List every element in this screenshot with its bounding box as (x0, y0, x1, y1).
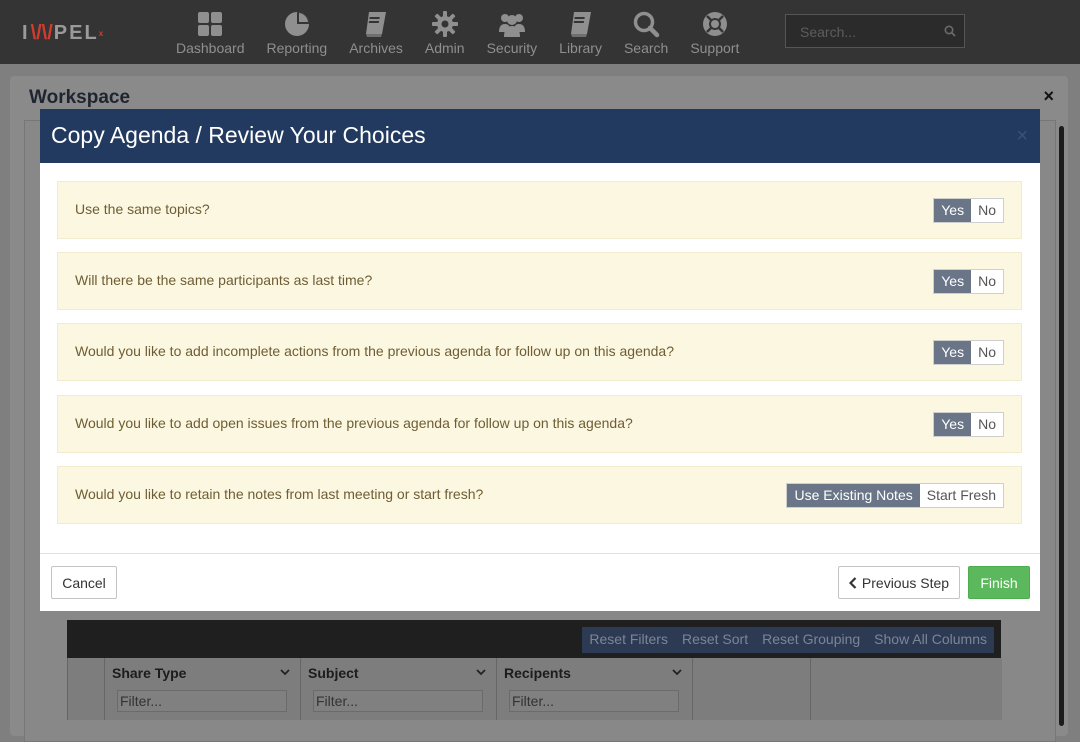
reset-filters-button[interactable]: Reset Filters (582, 627, 675, 653)
share-type-filter[interactable] (117, 690, 287, 712)
grid-icon (198, 12, 223, 36)
no-option[interactable]: No (971, 270, 1003, 293)
column-title: Subject (308, 665, 359, 681)
nav-support[interactable]: Support (679, 0, 750, 64)
yes-no-toggle: Yes No (933, 198, 1004, 223)
logo-text: I (22, 21, 30, 44)
column-title: Share Type (112, 665, 187, 681)
main-nav: Dashboard Reporting Archives Admin Secur… (165, 0, 750, 64)
no-option[interactable]: No (971, 413, 1003, 436)
no-option[interactable]: No (971, 199, 1003, 222)
nav-archives[interactable]: Archives (338, 0, 414, 64)
nav-label: Search (623, 40, 669, 56)
chevron-down-icon[interactable] (280, 668, 290, 676)
library-book-icon (570, 12, 591, 37)
recipents-filter[interactable] (509, 690, 679, 712)
grid-header: Share Type Subject Recipents (67, 658, 1002, 720)
modal-header: Copy Agenda / Review Your Choices × (40, 109, 1040, 163)
question-same-participants: Will there be the same participants as l… (57, 252, 1022, 310)
global-search (785, 14, 965, 48)
chevron-left-icon (848, 576, 857, 589)
question-retain-notes: Would you like to retain the notes from … (57, 466, 1022, 524)
search-icon[interactable] (944, 25, 956, 37)
grid-toolbar-buttons: Reset Filters Reset Sort Reset Grouping … (582, 627, 994, 653)
reset-sort-button[interactable]: Reset Sort (675, 627, 755, 653)
nav-library[interactable]: Library (548, 0, 613, 64)
workspace-title: Workspace (29, 87, 131, 108)
nav-dashboard[interactable]: Dashboard (165, 0, 256, 64)
finish-button-label: Finish (980, 574, 1018, 591)
question-incomplete-actions: Would you like to add incomplete actions… (57, 323, 1022, 381)
previous-step-label: Previous Step (861, 574, 950, 591)
logo-sup: x (98, 28, 104, 38)
grid-col-subject[interactable]: Subject (301, 658, 497, 720)
question-text: Use the same topics? (75, 201, 210, 217)
grid-col-share-type[interactable]: Share Type (105, 658, 301, 720)
grid-toolbar: Reset Filters Reset Sort Reset Grouping … (67, 620, 1001, 658)
nav-security[interactable]: Security (476, 0, 549, 64)
nav-label: Dashboard (176, 40, 245, 56)
previous-step-button[interactable]: Previous Step (838, 566, 960, 599)
yes-no-toggle: Yes No (933, 340, 1004, 365)
question-text: Will there be the same participants as l… (75, 272, 373, 288)
workspace-close-button[interactable]: × (1043, 86, 1054, 107)
subject-filter[interactable] (313, 690, 483, 712)
nav-search[interactable]: Search (613, 0, 679, 64)
scrollbar[interactable] (1059, 126, 1064, 726)
reset-grouping-button[interactable]: Reset Grouping (755, 627, 867, 653)
modal-close-button[interactable]: × (1016, 126, 1028, 146)
brand-logo[interactable]: I \/\/ PEL x (22, 20, 103, 46)
show-all-columns-button[interactable]: Show All Columns (867, 627, 994, 653)
pie-chart-icon (284, 12, 309, 36)
start-fresh-option[interactable]: Start Fresh (919, 484, 1003, 507)
yes-no-toggle: Yes No (933, 269, 1004, 294)
grid-col-recipents[interactable]: Recipents (497, 658, 693, 720)
cancel-button-label: Cancel (62, 574, 106, 591)
nav-admin[interactable]: Admin (414, 0, 476, 64)
search-input[interactable] (798, 23, 942, 41)
chevron-down-icon[interactable] (476, 668, 486, 676)
column-title: Recipents (504, 665, 571, 681)
yes-no-toggle: Yes No (933, 412, 1004, 437)
copy-agenda-modal: Copy Agenda / Review Your Choices × Use … (40, 109, 1040, 611)
users-icon (498, 14, 525, 37)
yes-option[interactable]: Yes (934, 270, 972, 293)
modal-footer: Cancel Previous Step Finish (40, 553, 1040, 612)
nav-reporting[interactable]: Reporting (256, 0, 339, 64)
logo-mark: \/\/ (30, 21, 53, 44)
nav-label: Archives (349, 40, 403, 56)
nav-label: Admin (424, 40, 465, 56)
finish-button[interactable]: Finish (968, 566, 1030, 599)
yes-option[interactable]: Yes (934, 341, 972, 364)
grid-col-empty (693, 658, 811, 720)
nav-label: Support (690, 40, 740, 56)
use-existing-notes-option[interactable]: Use Existing Notes (787, 484, 920, 507)
logo-text-end: PEL (53, 21, 99, 44)
nav-label: Security (486, 40, 538, 56)
nav-label: Library (559, 40, 602, 56)
question-text: Would you like to add incomplete actions… (75, 343, 674, 359)
cancel-button[interactable]: Cancel (51, 566, 117, 599)
question-text: Would you like to retain the notes from … (75, 486, 484, 502)
gear-icon (431, 11, 458, 37)
question-open-issues: Would you like to add open issues from t… (57, 395, 1022, 453)
search-icon (633, 11, 660, 38)
grid-col-select (68, 658, 105, 720)
modal-title: Copy Agenda / Review Your Choices (51, 122, 426, 148)
chevron-down-icon[interactable] (672, 668, 682, 676)
question-same-topics: Use the same topics? Yes No (57, 181, 1022, 239)
book-icon (366, 12, 387, 37)
nav-label: Reporting (266, 40, 328, 56)
yes-option[interactable]: Yes (934, 413, 972, 436)
lifebuoy-icon (702, 12, 727, 36)
no-option[interactable]: No (971, 341, 1003, 364)
yes-option[interactable]: Yes (934, 199, 972, 222)
top-navbar: I \/\/ PEL x Dashboard Reporting Archive… (0, 0, 1080, 64)
notes-toggle: Use Existing Notes Start Fresh (786, 483, 1004, 508)
question-text: Would you like to add open issues from t… (75, 415, 633, 431)
